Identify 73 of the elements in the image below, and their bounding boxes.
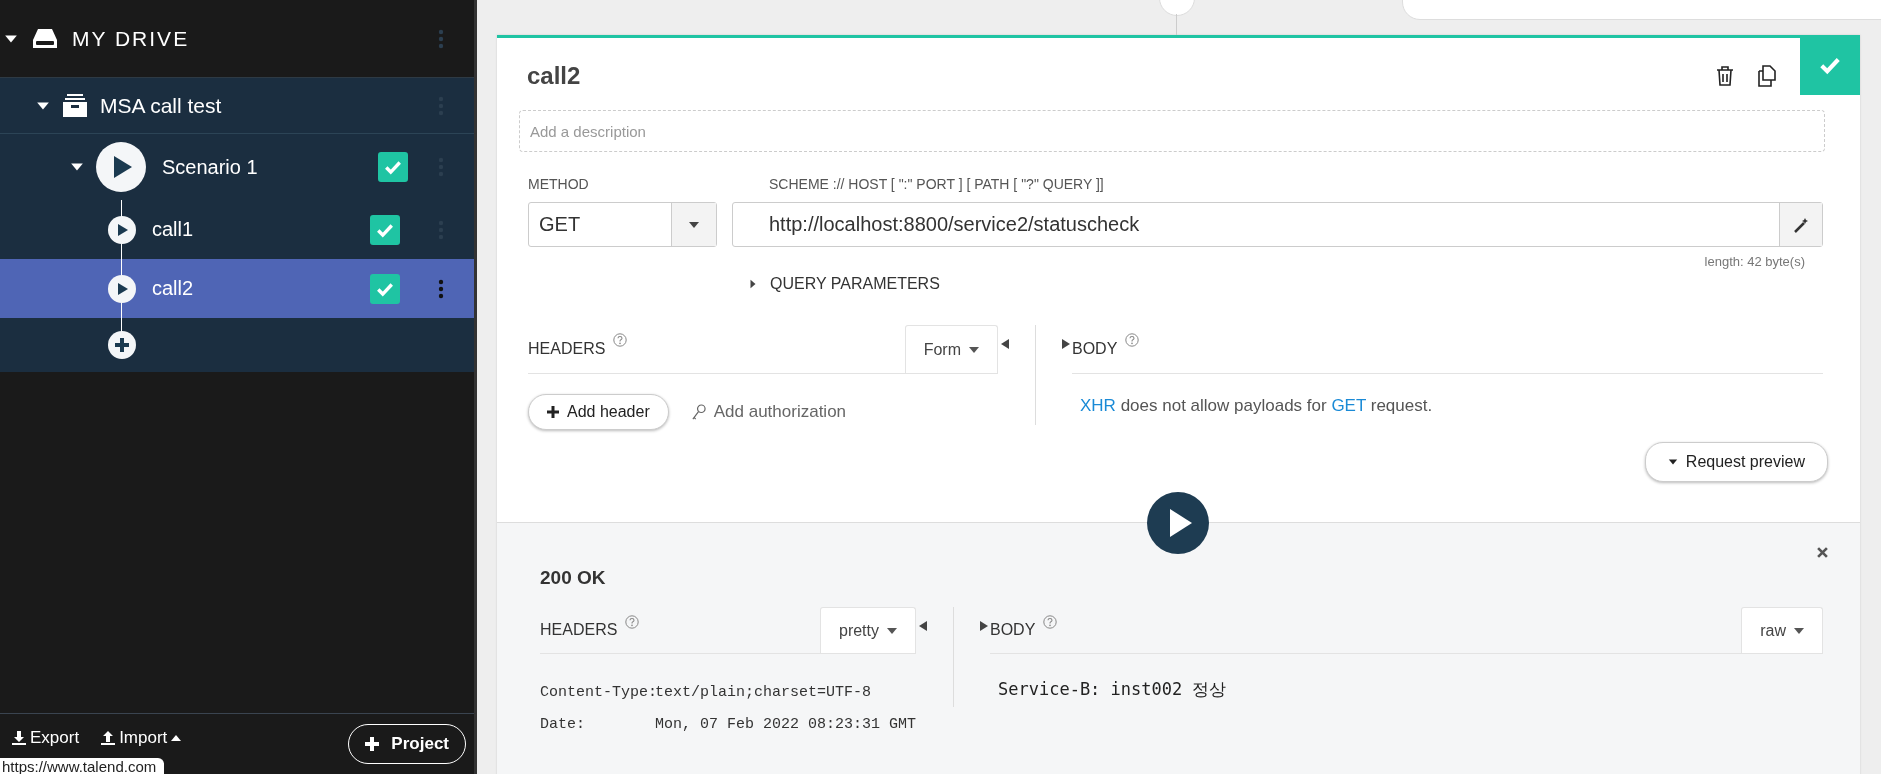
drive-icon bbox=[32, 27, 58, 50]
export-button[interactable]: Export bbox=[12, 728, 80, 748]
plus-icon bbox=[365, 737, 380, 751]
enable-checkbox[interactable] bbox=[378, 152, 408, 182]
caret-down-icon bbox=[887, 627, 897, 634]
scenario-label[interactable]: Scenario 1 bbox=[162, 155, 258, 179]
caret-up-icon bbox=[171, 734, 182, 742]
help-icon[interactable] bbox=[613, 333, 628, 347]
url-label: SCHEME :// HOST [ ":" PORT ] [ PATH [ "?" QUERY ]] bbox=[769, 176, 1104, 192]
project-label[interactable]: MSA call test bbox=[100, 93, 222, 118]
method-select[interactable]: GET bbox=[528, 202, 717, 247]
caret-down-icon bbox=[1794, 627, 1804, 634]
body-format-dropdown[interactable]: raw bbox=[1741, 607, 1823, 653]
request-label[interactable]: call2 bbox=[152, 277, 194, 300]
header-name: Content-Type: bbox=[540, 683, 655, 701]
import-button[interactable]: Import bbox=[101, 728, 182, 748]
delete-icon[interactable] bbox=[1716, 66, 1734, 86]
drive-label[interactable]: MY DRIVE bbox=[72, 26, 190, 51]
request-item[interactable]: call1 bbox=[0, 200, 474, 259]
add-request-icon[interactable] bbox=[108, 331, 136, 359]
enable-checkbox[interactable] bbox=[370, 214, 400, 245]
body-label: BODY bbox=[1072, 340, 1118, 358]
caret-down-icon bbox=[689, 221, 699, 228]
request-title[interactable]: call2 bbox=[527, 62, 581, 90]
more-icon[interactable] bbox=[438, 278, 444, 299]
help-icon[interactable] bbox=[1043, 615, 1058, 629]
request-preview-button[interactable]: Request preview bbox=[1644, 442, 1828, 482]
url-length: length: 42 byte(s) bbox=[1703, 254, 1805, 269]
play-icon[interactable] bbox=[96, 142, 146, 192]
caret-icon bbox=[1667, 457, 1678, 467]
expand-right-icon[interactable] bbox=[979, 621, 988, 631]
download-icon bbox=[12, 731, 26, 745]
help-icon[interactable] bbox=[625, 615, 640, 629]
upload-icon bbox=[101, 731, 116, 745]
send-button[interactable] bbox=[1147, 492, 1209, 554]
help-icon[interactable] bbox=[1125, 333, 1140, 347]
method-link[interactable]: GET bbox=[1331, 396, 1366, 415]
method-link[interactable]: XHR bbox=[1080, 396, 1116, 415]
close-icon[interactable] bbox=[1817, 547, 1828, 558]
plus-icon bbox=[547, 406, 559, 418]
description-field[interactable]: Add a description bbox=[519, 110, 1825, 152]
check-icon bbox=[384, 158, 402, 176]
response-body: Service-B: inst002 정상 bbox=[998, 678, 1228, 701]
body-message: XHR does not allow payloads for GET request. bbox=[1080, 396, 1434, 416]
collapse-left-icon[interactable] bbox=[918, 621, 927, 631]
headers-mode-dropdown[interactable]: Form bbox=[904, 325, 998, 373]
header-name: Date: bbox=[540, 715, 586, 733]
enable-checkbox[interactable] bbox=[370, 273, 400, 304]
request-item[interactable]: call2 bbox=[0, 259, 474, 318]
query-parameters-toggle[interactable]: QUERY PARAMETERS bbox=[748, 275, 940, 293]
request-label[interactable]: call1 bbox=[152, 218, 194, 241]
headers-label: HEADERS bbox=[540, 621, 618, 639]
enable-toggle[interactable] bbox=[1800, 35, 1860, 95]
play-icon[interactable] bbox=[108, 215, 136, 244]
add-header-button[interactable]: Add header bbox=[528, 394, 669, 430]
expand-right-icon[interactable] bbox=[1061, 339, 1070, 349]
key-icon bbox=[690, 403, 706, 421]
header-value: Mon, 07 Feb 2022 08:23:31 GMT bbox=[654, 715, 916, 733]
header-value: text/plain;charset=UTF-8 bbox=[655, 683, 872, 701]
headers-format-dropdown[interactable]: pretty bbox=[820, 607, 916, 653]
play-icon[interactable] bbox=[108, 274, 136, 303]
body-label: BODY bbox=[990, 621, 1036, 639]
magic-wand-icon[interactable] bbox=[1793, 216, 1809, 233]
caret-icon bbox=[748, 279, 758, 289]
headers-label: HEADERS bbox=[528, 340, 606, 358]
copy-icon[interactable] bbox=[1756, 65, 1778, 87]
url-field[interactable]: http://localhost:8800/service2/statuscheck bbox=[732, 202, 1823, 247]
response-status: 200 OK bbox=[540, 567, 606, 589]
add-authorization-link[interactable]: Add authorization bbox=[690, 402, 847, 422]
method-label: METHOD bbox=[528, 176, 590, 192]
collapse-left-icon[interactable] bbox=[1000, 339, 1009, 349]
caret-down-icon bbox=[969, 346, 979, 353]
archive-box-icon bbox=[62, 93, 88, 118]
